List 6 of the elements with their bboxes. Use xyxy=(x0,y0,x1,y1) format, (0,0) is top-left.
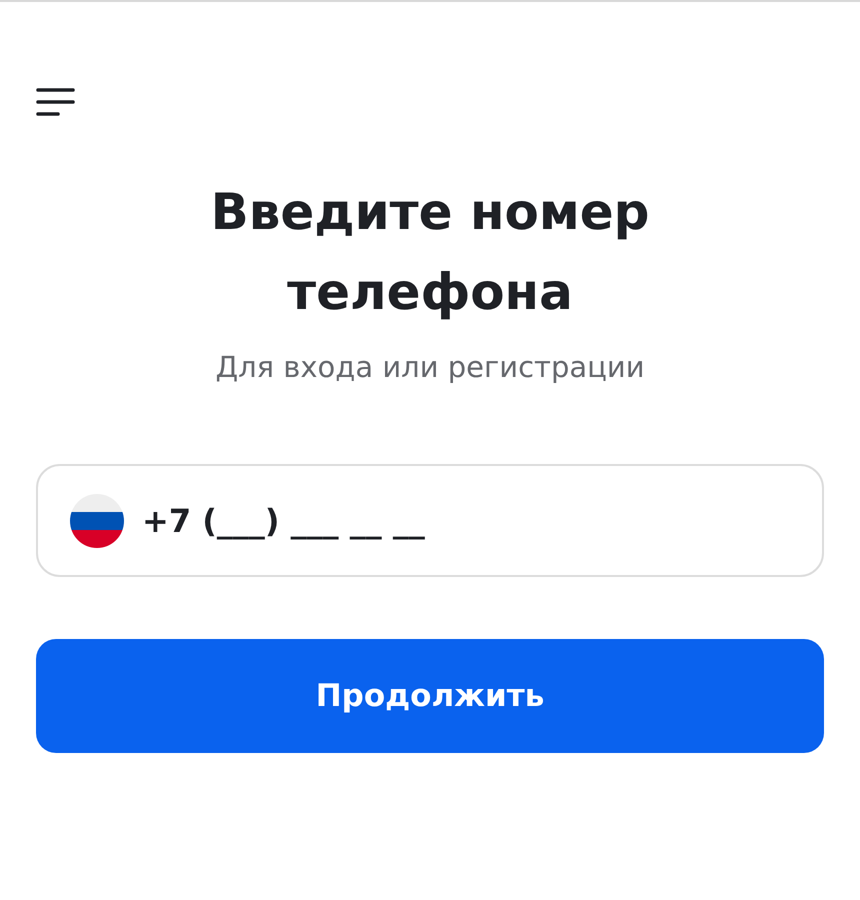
phone-field[interactable]: +7 (___) ___ __ __ xyxy=(36,464,824,577)
subtitle: Для входа или регистрации xyxy=(214,350,646,384)
page-title: Введите номер телефона xyxy=(210,182,650,323)
continue-button[interactable]: Продолжить xyxy=(36,639,824,753)
menu-icon xyxy=(36,86,76,118)
flag-icon xyxy=(70,494,124,548)
